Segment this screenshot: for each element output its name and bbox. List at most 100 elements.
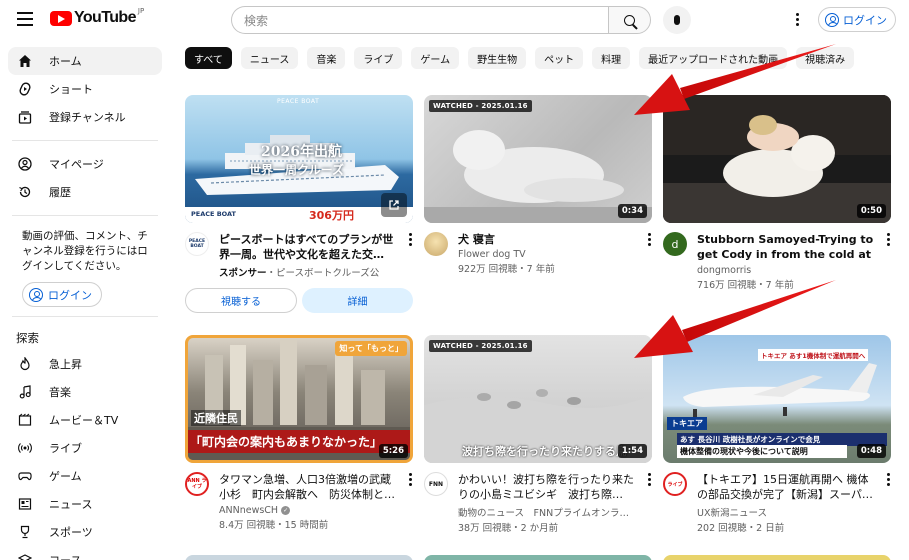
next-row-thumbnail[interactable] xyxy=(424,555,652,560)
channel-name[interactable]: UX新潟ニュース xyxy=(697,505,877,519)
search-input[interactable]: 検索 xyxy=(231,6,608,34)
settings-more-icon[interactable] xyxy=(796,13,800,28)
ad-sponsor-line: スポンサー・ピースボートクルーズ公 xyxy=(219,268,380,279)
next-row-thumbnail[interactable] xyxy=(663,555,891,560)
voice-search-button[interactable] xyxy=(663,6,691,34)
chip-all[interactable]: すべて xyxy=(185,47,232,69)
sidebar-item-label: ホーム xyxy=(49,55,82,68)
video-card[interactable]: 0:50 d Stubborn Samoyed-Trying to get Co… xyxy=(663,95,891,291)
channel-name-text: ANNnewsCH xyxy=(219,505,279,516)
search-button[interactable] xyxy=(608,6,651,34)
channel-avatar[interactable]: ライブ xyxy=(663,472,687,496)
sidebar-item-subscriptions[interactable]: 登録チャンネル xyxy=(8,103,162,131)
chip-cooking[interactable]: 料理 xyxy=(592,47,631,69)
channel-avatar[interactable]: ANN ライブ xyxy=(185,472,209,496)
sidebar-item-news[interactable]: ニュース xyxy=(8,490,162,518)
next-row-thumbnail[interactable] xyxy=(185,555,413,560)
youtube-logo[interactable]: YouTube JP xyxy=(50,7,144,27)
more-options-icon[interactable] xyxy=(887,473,891,488)
sidebar-login-button[interactable]: ログイン xyxy=(22,282,102,307)
sidebar-item-you[interactable]: マイページ xyxy=(8,150,162,178)
video-stats: 202 回視聴・2 日前 xyxy=(697,523,785,534)
sidebar-item-gaming[interactable]: ゲーム xyxy=(8,462,162,490)
video-thumbnail[interactable]: 知って「もっと」 近隣住民 「町内会の案内もあまりなかった」 5:26 xyxy=(185,335,413,463)
video-card[interactable]: WATCHED - 2025.01.16 波打ち際を行ったり来たりする鳥 1:5… xyxy=(424,335,652,534)
sports-icon xyxy=(18,525,32,539)
external-link-icon[interactable] xyxy=(381,193,407,217)
channel-avatar[interactable] xyxy=(424,232,448,256)
video-title[interactable]: 【トキエア】15日運航再開へ 機体の部品交換が完了【新潟】スーパ… xyxy=(697,472,877,502)
channel-name[interactable]: ANNnewsCH ✓ xyxy=(219,505,399,516)
shorts-icon xyxy=(18,82,32,96)
channel-name[interactable]: dongmorris xyxy=(697,265,877,276)
sidebar-item-history[interactable]: 履歴 xyxy=(8,178,162,206)
chip-wildlife[interactable]: 野生生物 xyxy=(468,47,527,69)
video-info: 犬 寝言 Flower dog TV 922万 回視聴・7 年前 xyxy=(458,232,638,275)
sidebar-item-home[interactable]: ホーム xyxy=(8,47,162,75)
sidebar-item-shorts[interactable]: ショート xyxy=(8,75,162,103)
ad-footer-brand: PEACE BOAT xyxy=(191,210,236,218)
sidebar-item-live[interactable]: ライブ xyxy=(8,434,162,462)
details-button[interactable]: 詳細 xyxy=(302,288,413,313)
video-card[interactable]: トキエア あす1機体制で運航再開へ トキエア あす 長谷川 政樹社長がオンライン… xyxy=(663,335,891,534)
chip-watched[interactable]: 視聴済み xyxy=(796,47,855,69)
video-meta: d Stubborn Samoyed-Trying to get Cody in… xyxy=(663,232,891,291)
watched-badge: WATCHED - 2025.01.16 xyxy=(429,100,532,112)
channel-avatar[interactable]: FNN xyxy=(424,472,448,496)
login-button[interactable]: ログイン xyxy=(818,7,896,32)
sidebar-item-movies[interactable]: ムービー＆TV xyxy=(8,406,162,434)
video-thumbnail[interactable]: WATCHED - 2025.01.16 0:34 xyxy=(424,95,652,223)
more-options-icon[interactable] xyxy=(409,233,413,248)
video-title[interactable]: かわいい！波打ち際を行ったり来たりの小島ミユビシギ 波打ち際… xyxy=(458,472,638,502)
thumb-caption-quote: 「町内会の案内もあまりなかった」 xyxy=(188,430,410,453)
chip-recently-uploaded[interactable]: 最近アップロードされた動画 xyxy=(639,47,788,69)
ad-card[interactable]: PEACE BOAT 2026年出航 世界一周クルーズ PEACE BOAT 3… xyxy=(185,95,413,313)
more-options-icon[interactable] xyxy=(648,473,652,488)
chip-live[interactable]: ライブ xyxy=(354,47,403,69)
video-thumbnail[interactable]: WATCHED - 2025.01.16 波打ち際を行ったり来たりする鳥 1:5… xyxy=(424,335,652,463)
chip-games[interactable]: ゲーム xyxy=(411,47,460,69)
watch-button[interactable]: 視聴する xyxy=(185,288,297,313)
channel-avatar[interactable]: d xyxy=(663,232,687,256)
video-title[interactable]: タワマン急増、人口3倍激増の武蔵小杉 町内会解散へ 防災体制と… xyxy=(219,472,399,502)
sidebar-item-sports[interactable]: スポーツ xyxy=(8,518,162,546)
thumb-caption-2: 機体整備の現状や今後について説明 xyxy=(677,445,847,458)
chip-pets[interactable]: ペット xyxy=(535,47,584,69)
video-card[interactable]: 知って「もっと」 近隣住民 「町内会の案内もあまりなかった」 5:26 ANN … xyxy=(185,335,413,531)
video-meta: 犬 寝言 Flower dog TV 922万 回視聴・7 年前 xyxy=(424,232,652,275)
live-icon xyxy=(18,441,32,455)
channel-name[interactable]: Flower dog TV xyxy=(458,249,638,260)
video-title[interactable]: Stubborn Samoyed-Trying to get Cody in f… xyxy=(697,232,877,262)
video-thumbnail[interactable]: トキエア あす1機体制で運航再開へ トキエア あす 長谷川 政樹社長がオンライン… xyxy=(663,335,891,463)
sidebar-item-label: ムービー＆TV xyxy=(49,414,119,427)
ad-headline-2: 世界一周クルーズ xyxy=(249,163,345,177)
menu-icon[interactable] xyxy=(17,12,33,26)
sidebar-item-label: ゲーム xyxy=(49,470,82,483)
sidebar-item-courses[interactable]: コース xyxy=(8,546,162,560)
samoyed-image xyxy=(663,95,891,223)
peaceboat-avatar[interactable]: PEACE BOAT xyxy=(185,232,209,256)
home-icon xyxy=(18,54,32,68)
top-bar: YouTube JP 検索 ログイン xyxy=(0,0,909,40)
video-stats: 8.4万 回視聴・15 時間前 xyxy=(219,520,329,531)
chip-news[interactable]: ニュース xyxy=(240,47,299,69)
video-stats: 716万 回視聴・7 年前 xyxy=(697,280,794,291)
more-options-icon[interactable] xyxy=(648,233,652,248)
chip-music[interactable]: 音楽 xyxy=(307,47,346,69)
sidebar-item-label: 音楽 xyxy=(49,386,71,399)
video-card[interactable]: WATCHED - 2025.01.16 0:34 犬 寝言 Flower do… xyxy=(424,95,652,275)
video-thumbnail[interactable]: 0:50 xyxy=(663,95,891,223)
more-options-icon[interactable] xyxy=(409,473,413,488)
sponsor-name[interactable]: ピースボートクルーズ公 xyxy=(276,268,379,279)
ad-thumbnail[interactable]: PEACE BOAT 2026年出航 世界一周クルーズ PEACE BOAT 3… xyxy=(185,95,413,223)
login-label: ログイン xyxy=(843,13,887,27)
channel-name[interactable]: 動物のニュース FNNプライムオンラ… xyxy=(458,505,638,519)
avatar-label: FNN xyxy=(428,480,444,488)
ad-title[interactable]: ピースボートはすべてのプランが世界一周。世代や文化を超えた交… xyxy=(219,232,399,262)
video-info: タワマン急増、人口3倍激増の武蔵小杉 町内会解散へ 防災体制と… ANNnews… xyxy=(219,472,399,531)
sidebar-item-music[interactable]: 音楽 xyxy=(8,378,162,406)
more-options-icon[interactable] xyxy=(887,233,891,248)
ad-brand: PEACE BOAT xyxy=(277,98,320,105)
sidebar-item-trending[interactable]: 急上昇 xyxy=(8,350,162,378)
mic-icon xyxy=(674,15,680,25)
